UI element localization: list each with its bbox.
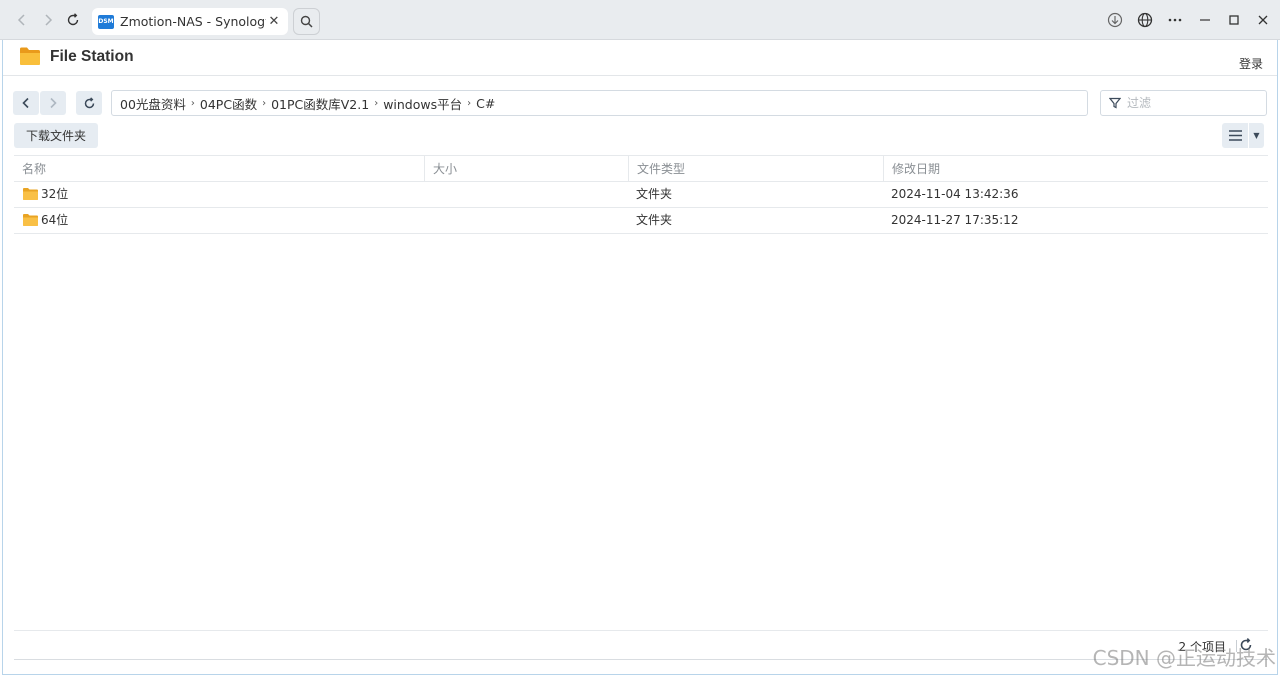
globe-icon[interactable] xyxy=(1133,8,1157,32)
file-type: 文件夹 xyxy=(636,187,673,201)
folder-icon xyxy=(23,188,38,200)
breadcrumb-item[interactable]: 01PC函数库V2.1 xyxy=(271,94,369,113)
file-table: 名称 大小 文件类型 修改日期 32位 文件夹 2024-11-04 13:42… xyxy=(14,155,1268,234)
column-header-size[interactable]: 大小 xyxy=(424,156,628,182)
app-title: File Station xyxy=(50,48,134,65)
refresh-button[interactable] xyxy=(76,91,102,115)
list-view-icon[interactable] xyxy=(1222,123,1249,148)
file-name[interactable]: 64位 xyxy=(41,208,68,233)
chevron-right-icon: › xyxy=(467,97,472,109)
watermark: CSDN @正运动技术 xyxy=(1092,646,1276,670)
filter-icon xyxy=(1109,97,1121,109)
column-header-name[interactable]: 名称 xyxy=(14,156,424,182)
nav-back-button[interactable] xyxy=(13,91,39,115)
window-close-icon[interactable] xyxy=(1251,8,1275,32)
login-link[interactable]: 登录 xyxy=(1239,55,1263,72)
view-mode-button[interactable]: ▼ xyxy=(1222,123,1264,148)
caret-down-icon[interactable]: ▼ xyxy=(1249,131,1264,140)
file-type: 文件夹 xyxy=(636,213,673,227)
nav-forward-button[interactable] xyxy=(40,91,66,115)
download-icon[interactable] xyxy=(1103,8,1127,32)
maximize-icon[interactable] xyxy=(1222,8,1246,32)
column-header-modified[interactable]: 修改日期 xyxy=(883,156,1268,182)
divider xyxy=(14,659,1268,660)
table-row[interactable]: 32位 文件夹 2024-11-04 13:42:36 xyxy=(14,182,1268,208)
breadcrumb-item[interactable]: windows平台 xyxy=(383,94,462,113)
breadcrumb-item[interactable]: C# xyxy=(476,96,495,111)
filter-box[interactable] xyxy=(1100,90,1267,116)
reload-icon[interactable] xyxy=(61,8,85,32)
status-bar: 2 个项目 xyxy=(14,630,1268,659)
close-icon[interactable]: ✕ xyxy=(266,14,282,30)
file-name[interactable]: 32位 xyxy=(41,182,68,207)
browser-tab[interactable]: DSM Zmotion-NAS - Synology N ✕ xyxy=(92,8,288,35)
download-folder-button[interactable]: 下载文件夹 xyxy=(14,123,98,148)
forward-icon[interactable] xyxy=(36,8,60,32)
file-station-window: File Station 登录 00光盘资料 › 04PC函数 › 01PC函数… xyxy=(2,40,1278,675)
filter-input[interactable] xyxy=(1127,96,1257,110)
breadcrumb-item[interactable]: 00光盘资料 xyxy=(120,94,186,113)
breadcrumb[interactable]: 00光盘资料 › 04PC函数 › 01PC函数库V2.1 › windows平… xyxy=(111,90,1088,116)
file-modified: 2024-11-04 13:42:36 xyxy=(891,187,1019,201)
minimize-icon[interactable] xyxy=(1193,8,1217,32)
chevron-right-icon: › xyxy=(374,97,379,109)
file-modified: 2024-11-27 17:35:12 xyxy=(891,213,1019,227)
breadcrumb-item[interactable]: 04PC函数 xyxy=(200,94,257,113)
chevron-right-icon: › xyxy=(190,97,195,109)
table-header: 名称 大小 文件类型 修改日期 xyxy=(14,155,1268,182)
tab-search-icon[interactable] xyxy=(293,8,320,35)
table-row[interactable]: 64位 文件夹 2024-11-27 17:35:12 xyxy=(14,208,1268,234)
tab-title: Zmotion-NAS - Synology N xyxy=(120,14,266,29)
column-header-type[interactable]: 文件类型 xyxy=(628,156,883,182)
app-titlebar: File Station 登录 xyxy=(3,40,1277,76)
back-icon[interactable] xyxy=(10,8,34,32)
file-station-icon xyxy=(20,47,40,65)
dsm-icon: DSM xyxy=(98,14,114,29)
more-icon[interactable] xyxy=(1163,8,1187,32)
folder-icon xyxy=(23,214,38,226)
chevron-right-icon: › xyxy=(262,97,267,109)
browser-toolbar: DSM Zmotion-NAS - Synology N ✕ xyxy=(0,0,1280,40)
